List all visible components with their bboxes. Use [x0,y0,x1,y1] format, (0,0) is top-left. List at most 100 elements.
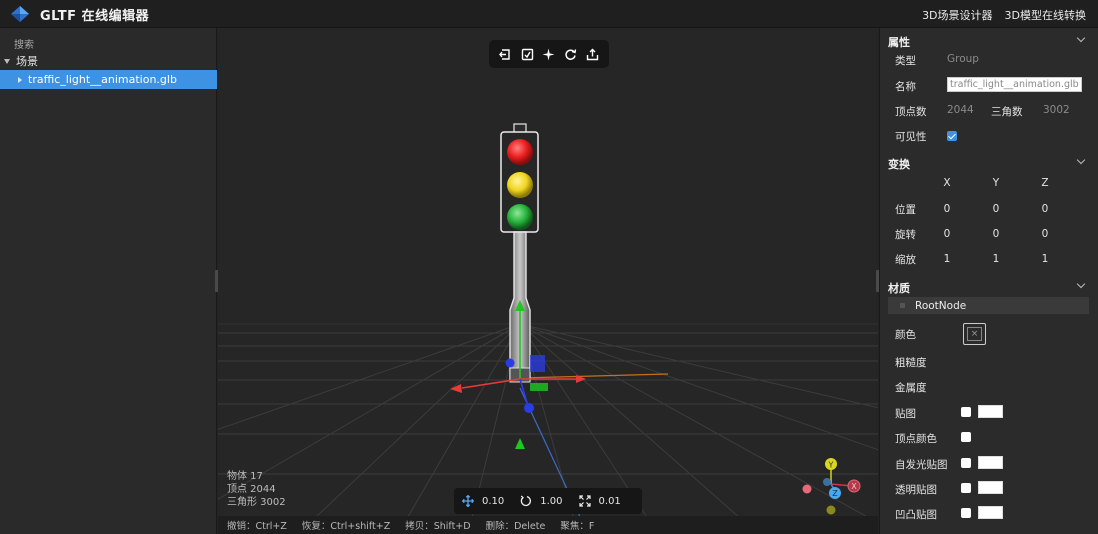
visible-checkbox[interactable] [947,131,957,141]
rotation-x[interactable]: 0 [937,228,957,240]
rotate-icon [521,495,532,507]
scene-designer-link[interactable]: 3D场景设计器 [922,7,992,23]
scene-label: 场景 [16,55,38,68]
scene-canvas[interactable]: Y X Z [218,28,878,534]
svg-text:Z: Z [832,489,838,498]
y-header: Y [992,177,1000,189]
x-header: X [943,177,951,189]
roughness-label: 粗糙度 [895,357,927,369]
position-x[interactable]: 0 [937,203,957,215]
color-picker[interactable]: × [963,323,986,345]
chevron-down-icon[interactable] [1076,279,1086,289]
svg-text:Y: Y [828,461,834,470]
viewport-3d[interactable]: Y X Z 物体 17 顶点 2044 三角形 3002 0.10 1.00 0… [218,28,878,534]
empty-color-icon: × [967,327,982,341]
share-icon[interactable] [584,46,600,62]
scene-stats: 物体 17 顶点 2044 三角形 3002 [227,470,286,509]
hotkey-undo: 撤销：Ctrl+Z [227,521,287,532]
model-converter-link[interactable]: 3D模型在线转换 [1005,7,1086,23]
translate-snap-value[interactable]: 0.10 [482,496,504,507]
tree-scene-root[interactable]: 场景 [4,53,38,69]
scale-z[interactable]: 1 [1035,253,1055,265]
tree-node-selected[interactable]: traffic_light__animation.glb [0,70,217,89]
vertex-color-checkbox[interactable] [961,432,971,442]
vertex-count: 顶点 2044 [227,484,276,495]
move-icon [462,495,474,507]
svg-text:X: X [851,482,857,491]
hotkey-hints: 撤销：Ctrl+Z 恢复：Ctrl+shift+Z 拷贝：Shift+D 删除：… [218,516,878,534]
map-checkbox[interactable] [961,407,971,417]
scale-snap-value[interactable]: 0.01 [599,496,621,507]
triangle-label: 三角数 [991,106,1023,118]
triangle-value: 3002 [1043,104,1070,116]
transform-section-header[interactable]: 变换 [888,155,1088,172]
search-label[interactable]: 搜索 [14,36,34,51]
scale-icon [578,495,591,507]
material-icon [900,303,905,308]
type-value: Group [947,53,979,65]
material-section-header[interactable]: 材质 [888,279,1088,296]
alpha-map-swatch[interactable] [978,481,1003,494]
material-selector[interactable]: RootNode [888,297,1089,314]
light-icon[interactable] [541,46,557,62]
alpha-map-checkbox[interactable] [961,483,971,493]
bump-map-swatch[interactable] [978,506,1003,519]
chevron-down-icon[interactable] [1076,33,1086,43]
snap-settings-bar: 0.10 1.00 0.01 [454,488,642,514]
hotkey-focus: 聚焦：F [560,521,595,532]
x-axis-line [519,373,669,379]
inspector-panel: 属性 类型 Group 名称 顶点数 2044 三角数 3002 可见性 变换 … [879,28,1098,534]
bump-map-checkbox[interactable] [961,508,971,518]
viewport-toolbar [489,40,609,68]
hotkey-copy: 拷贝：Shift+D [405,521,471,532]
scale-label: 缩放 [895,254,916,266]
properties-section-header[interactable]: 属性 [888,33,1088,50]
object-count: 物体 17 [227,471,263,482]
top-links: 3D场景设计器 3D模型在线转换 [922,7,1086,23]
rotation-label: 旋转 [895,229,916,241]
alpha-map-label: 透明贴图 [895,484,937,496]
scale-y[interactable]: 1 [986,253,1006,265]
visible-label: 可见性 [895,131,927,143]
triangle-count: 三角形 3002 [227,497,286,508]
caret-down-icon[interactable] [4,58,10,64]
import-icon[interactable] [498,46,514,62]
z-header: Z [1041,177,1049,189]
chevron-down-icon[interactable] [1076,155,1086,165]
vertex-label: 顶点数 [895,106,927,118]
material-name: RootNode [915,299,967,312]
hotkey-redo: 恢复：Ctrl+shift+Z [301,521,391,532]
scale-snap[interactable]: 0.01 [578,495,621,507]
transform-title: 变换 [888,158,910,171]
logo-icon [11,6,29,22]
app-title: GLTF 在线编辑器 [40,9,150,24]
position-y[interactable]: 0 [986,203,1006,215]
emissive-map-swatch[interactable] [978,456,1003,469]
bump-map-label: 凹凸贴图 [895,509,937,521]
color-label: 颜色 [895,329,916,341]
top-bar: GLTF 在线编辑器 3D场景设计器 3D模型在线转换 [0,0,1098,28]
node-label: traffic_light__animation.glb [28,73,177,86]
rotation-y[interactable]: 0 [986,228,1006,240]
rotate-snap-value[interactable]: 1.00 [540,496,562,507]
export-scene-icon[interactable] [519,46,535,62]
reset-view-icon[interactable] [563,46,579,62]
position-z[interactable]: 0 [1035,203,1055,215]
scale-x[interactable]: 1 [937,253,957,265]
caret-right-icon[interactable] [18,76,22,83]
position-label: 位置 [895,204,916,216]
name-input[interactable] [947,77,1082,92]
vertex-value: 2044 [947,104,974,116]
emissive-map-label: 自发光贴图 [895,459,948,471]
emissive-map-checkbox[interactable] [961,458,971,468]
map-label: 贴图 [895,408,916,420]
properties-title: 属性 [888,36,910,49]
rotate-snap[interactable]: 1.00 [520,495,563,507]
metalness-label: 金属度 [895,382,927,394]
material-title: 材质 [888,282,910,295]
map-swatch[interactable] [978,405,1003,418]
translate-snap[interactable]: 0.10 [462,495,504,507]
rotation-z[interactable]: 0 [1035,228,1055,240]
hotkey-delete: 删除：Delete [485,521,546,532]
name-label: 名称 [895,81,916,93]
